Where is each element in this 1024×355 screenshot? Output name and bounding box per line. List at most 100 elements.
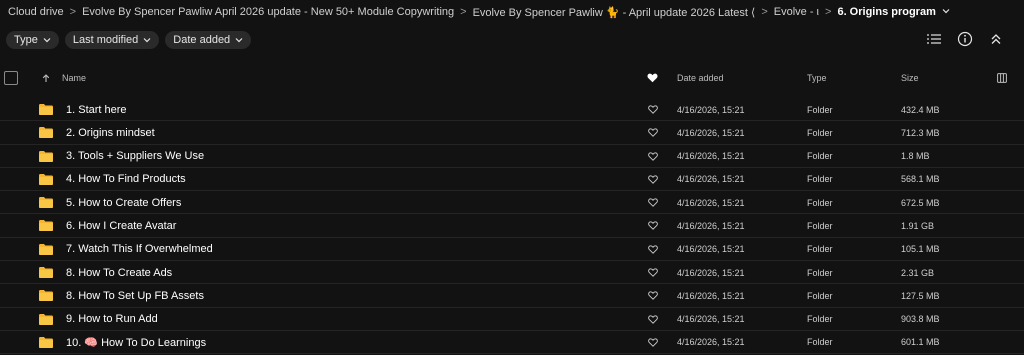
date-added-value: 4/16/2026, 15:21 — [677, 267, 745, 278]
breadcrumb-item-cloud-drive[interactable]: Cloud drive — [8, 6, 64, 18]
folder-icon — [39, 121, 53, 144]
type-value: Folder — [807, 244, 833, 255]
type-value: Folder — [807, 337, 833, 348]
type-value: Folder — [807, 197, 833, 208]
filter-date-added-label: Date added — [173, 34, 231, 46]
size-value: 903.8 MB — [901, 314, 940, 325]
folder-icon — [39, 98, 53, 121]
list-view-icon[interactable] — [926, 31, 942, 47]
type-value: Folder — [807, 174, 833, 185]
date-added-value: 4/16/2026, 15:21 — [677, 104, 745, 115]
file-name[interactable]: 4. How To Find Products — [66, 168, 186, 191]
sort-arrow-up-icon[interactable] — [42, 66, 50, 90]
type-value: Folder — [807, 127, 833, 138]
info-icon[interactable] — [957, 31, 973, 47]
favorite-heart-icon[interactable] — [648, 214, 658, 237]
favorite-heart-icon[interactable] — [648, 191, 658, 214]
breadcrumb-item-current[interactable]: 6. Origins program — [837, 6, 935, 18]
size-value: 2.31 GB — [901, 267, 935, 278]
breadcrumb-separator: > — [761, 6, 768, 18]
view-toolbar — [926, 31, 1004, 47]
favorite-heart-icon[interactable] — [648, 145, 658, 168]
size-value: 432.4 MB — [901, 104, 940, 115]
favorite-heart-icon[interactable] — [648, 308, 658, 331]
date-added-value: 4/16/2026, 15:21 — [677, 220, 745, 231]
file-name[interactable]: 10. 🧠 How To Do Learnings — [66, 331, 206, 354]
table-row[interactable]: 8. How To Create Ads 4/16/2026, 15:21 Fo… — [0, 261, 1024, 285]
filter-last-modified-button[interactable]: Last modified — [64, 31, 160, 49]
favorite-column-heart-icon[interactable] — [647, 66, 658, 90]
collapse-icon[interactable] — [988, 31, 1004, 47]
size-value: 601.1 MB — [901, 337, 940, 348]
column-header-type[interactable]: Type — [807, 66, 827, 90]
table-row[interactable]: 9. How to Run Add 4/16/2026, 15:21 Folde… — [0, 308, 1024, 331]
size-value: 568.1 MB — [901, 174, 940, 185]
size-value: 1.8 MB — [901, 151, 930, 162]
table-row[interactable]: 6. How I Create Avatar 4/16/2026, 15:21 … — [0, 214, 1024, 238]
favorite-heart-icon[interactable] — [648, 261, 658, 284]
file-name[interactable]: 2. Origins mindset — [66, 121, 155, 144]
chevron-down-icon — [143, 38, 151, 43]
table-row[interactable]: 7. Watch This If Overwhelmed 4/16/2026, … — [0, 238, 1024, 262]
breadcrumb-separator: > — [460, 6, 467, 18]
filter-last-modified-label: Last modified — [72, 34, 139, 46]
size-value: 105.1 MB — [901, 244, 940, 255]
size-value: 672.5 MB — [901, 197, 940, 208]
date-added-value: 4/16/2026, 15:21 — [677, 151, 745, 162]
breadcrumb-item-evolve-april-2026[interactable]: Evolve By Spencer Pawliw April 2026 upda… — [82, 6, 454, 18]
filter-date-added-button[interactable]: Date added — [165, 31, 252, 49]
size-value: 712.3 MB — [901, 127, 940, 138]
select-all-checkbox[interactable] — [4, 71, 18, 85]
type-value: Folder — [807, 267, 833, 278]
date-added-value: 4/16/2026, 15:21 — [677, 174, 745, 185]
favorite-heart-icon[interactable] — [648, 168, 658, 191]
file-name[interactable]: 8. How To Create Ads — [66, 261, 172, 284]
chevron-down-icon[interactable] — [942, 7, 950, 15]
file-name[interactable]: 8. How To Set Up FB Assets — [66, 284, 204, 307]
column-header-name[interactable]: Name — [62, 66, 86, 90]
table-row[interactable]: 5. How to Create Offers 4/16/2026, 15:21… — [0, 191, 1024, 215]
folder-icon — [39, 308, 53, 331]
favorite-heart-icon[interactable] — [648, 98, 658, 121]
columns-settings-icon[interactable] — [997, 66, 1007, 90]
table-row[interactable]: 2. Origins mindset 4/16/2026, 15:21 Fold… — [0, 121, 1024, 145]
table-row[interactable]: 8. How To Set Up FB Assets 4/16/2026, 15… — [0, 284, 1024, 308]
favorite-heart-icon[interactable] — [648, 121, 658, 144]
table-row[interactable]: 4. How To Find Products 4/16/2026, 15:21… — [0, 168, 1024, 192]
breadcrumb-separator: > — [69, 6, 77, 18]
breadcrumb-item-evolve-latest[interactable]: Evolve By Spencer Pawliw 🐈 - April updat… — [473, 6, 756, 19]
table-header: Name Date added Type Size — [0, 66, 1024, 90]
table-row[interactable]: 3. Tools + Suppliers We Use 4/16/2026, 1… — [0, 145, 1024, 168]
size-value: 1.91 GB — [901, 220, 935, 231]
file-name[interactable]: 9. How to Run Add — [66, 308, 158, 331]
folder-icon — [39, 238, 53, 261]
filter-type-button[interactable]: Type — [6, 31, 59, 49]
date-added-value: 4/16/2026, 15:21 — [677, 127, 745, 138]
date-added-value: 4/16/2026, 15:21 — [677, 197, 745, 208]
type-value: Folder — [807, 314, 833, 325]
breadcrumb-item-evolve[interactable]: Evolve - ι — [774, 6, 819, 18]
size-value: 127.5 MB — [901, 290, 940, 301]
favorite-heart-icon[interactable] — [648, 284, 658, 307]
file-list: 1. Start here 4/16/2026, 15:21 Folder 43… — [0, 98, 1024, 355]
date-added-value: 4/16/2026, 15:21 — [677, 290, 745, 301]
date-added-value: 4/16/2026, 15:21 — [677, 244, 745, 255]
column-header-size[interactable]: Size — [901, 66, 919, 90]
file-name[interactable]: 5. How to Create Offers — [66, 191, 181, 214]
file-name[interactable]: 7. Watch This If Overwhelmed — [66, 238, 213, 261]
file-name[interactable]: 1. Start here — [66, 98, 127, 121]
table-row[interactable]: 10. 🧠 How To Do Learnings 4/16/2026, 15:… — [0, 331, 1024, 355]
chevron-down-icon — [235, 38, 243, 43]
table-row[interactable]: 1. Start here 4/16/2026, 15:21 Folder 43… — [0, 98, 1024, 122]
type-value: Folder — [807, 104, 833, 115]
folder-icon — [39, 168, 53, 191]
filter-bar: Type Last modified Date added — [6, 31, 252, 49]
folder-icon — [39, 191, 53, 214]
folder-icon — [39, 214, 53, 237]
favorite-heart-icon[interactable] — [648, 238, 658, 261]
file-name[interactable]: 6. How I Create Avatar — [66, 214, 176, 237]
column-header-date-added[interactable]: Date added — [677, 66, 724, 90]
file-name[interactable]: 3. Tools + Suppliers We Use — [66, 145, 204, 168]
favorite-heart-icon[interactable] — [648, 331, 658, 354]
folder-icon — [39, 145, 53, 168]
